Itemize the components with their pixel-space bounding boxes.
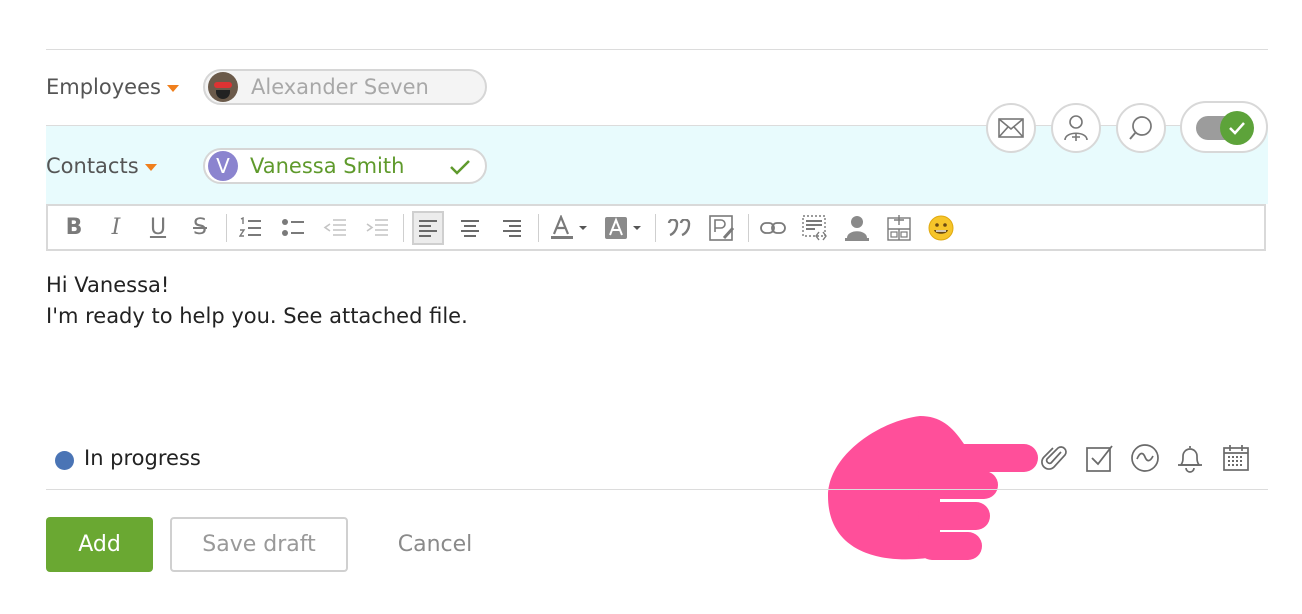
check-icon	[1229, 122, 1245, 135]
toggle-knob	[1220, 111, 1254, 145]
task-button[interactable]	[1084, 441, 1116, 475]
emoji-button[interactable]	[925, 211, 957, 245]
italic-button[interactable]: I	[100, 211, 132, 245]
background-color-button[interactable]	[601, 211, 645, 245]
mention-user-button[interactable]	[841, 211, 873, 245]
embed-icon	[802, 214, 827, 240]
bell-icon	[1178, 446, 1202, 473]
add-user-icon	[1064, 115, 1088, 141]
toolbar-separator	[226, 213, 227, 242]
search-icon	[1129, 116, 1152, 140]
check-icon	[450, 160, 470, 175]
quote-button[interactable]	[664, 211, 696, 245]
chevron-down-icon	[166, 84, 179, 92]
smiley-icon	[928, 215, 954, 240]
save-draft-button[interactable]: Save draft	[170, 517, 348, 572]
toolbar-separator	[748, 213, 749, 242]
contact-chip[interactable]: V Vanessa Smith	[203, 148, 487, 184]
message-line: Hi Vanessa!	[46, 273, 170, 297]
add-button[interactable]: Add	[46, 517, 153, 572]
user-icon	[845, 215, 869, 241]
bulleted-list-button[interactable]	[277, 211, 309, 245]
footer-divider	[46, 489, 1268, 490]
italic-glyph: I	[111, 215, 121, 240]
toolbar-separator	[655, 213, 656, 242]
toolbar-separator	[403, 213, 404, 242]
align-left-icon	[419, 219, 437, 237]
avatar: V	[208, 151, 238, 181]
top-divider	[46, 49, 1268, 50]
strikethrough-glyph: S	[193, 215, 207, 240]
wave-circle-icon	[1131, 444, 1159, 472]
attach-button[interactable]	[1039, 441, 1071, 475]
employees-label-text: Employees	[46, 75, 161, 99]
format-painter-button[interactable]	[706, 211, 738, 245]
underline-button[interactable]: U	[142, 211, 174, 245]
outdent-icon	[323, 218, 346, 236]
align-center-icon	[461, 219, 479, 237]
cancel-button[interactable]: Cancel	[380, 517, 490, 572]
strikethrough-button[interactable]: S	[184, 211, 216, 245]
outdent-button[interactable]	[319, 211, 351, 245]
chevron-down-icon	[144, 163, 157, 171]
status-label[interactable]: In progress	[84, 446, 201, 470]
embed-button[interactable]	[799, 211, 831, 245]
search-button[interactable]	[1116, 103, 1166, 153]
avatar	[208, 72, 238, 102]
message-line: I'm ready to help you. See attached file…	[46, 304, 468, 328]
paperclip-icon	[1041, 446, 1067, 470]
reminder-button[interactable]	[1174, 441, 1206, 475]
text-color-icon	[551, 214, 587, 239]
align-right-icon	[503, 219, 521, 237]
message-body[interactable]: Hi Vanessa! I'm ready to help you. See a…	[46, 270, 468, 332]
format-painter-icon	[709, 214, 735, 241]
calendar-button[interactable]	[1220, 441, 1252, 475]
editor-toolbar: B I U S	[46, 204, 1266, 251]
toolbar-separator	[538, 213, 539, 242]
checkbox-icon	[1086, 445, 1113, 472]
ordered-list-icon	[239, 216, 261, 237]
contact-chip-name: Vanessa Smith	[250, 154, 405, 178]
indent-button[interactable]	[361, 211, 393, 245]
align-center-button[interactable]	[454, 211, 486, 245]
bold-glyph: B	[65, 215, 83, 240]
table-icon	[887, 214, 911, 241]
align-left-button[interactable]	[412, 210, 444, 245]
calendar-icon	[1223, 445, 1249, 471]
employee-chip-name: Alexander Seven	[251, 75, 429, 99]
add-contact-button[interactable]	[1051, 103, 1101, 153]
text-color-button[interactable]	[547, 211, 591, 245]
background-color-icon	[605, 216, 641, 239]
bulleted-list-icon	[282, 218, 304, 236]
contacts-label[interactable]: Contacts	[46, 154, 157, 178]
employee-chip[interactable]: Alexander Seven	[203, 69, 487, 105]
notify-toggle[interactable]	[1180, 101, 1268, 153]
link-icon	[760, 221, 786, 234]
deal-button[interactable]	[1129, 441, 1161, 475]
indent-icon	[366, 218, 388, 236]
email-button[interactable]	[986, 103, 1036, 153]
quote-icon	[667, 218, 691, 236]
link-button[interactable]	[757, 211, 789, 245]
align-right-button[interactable]	[496, 211, 528, 245]
ordered-list-button[interactable]	[235, 211, 267, 245]
envelope-icon	[998, 118, 1024, 138]
employees-label[interactable]: Employees	[46, 75, 179, 99]
underline-glyph: U	[149, 215, 167, 240]
insert-table-button[interactable]	[883, 211, 915, 245]
contacts-label-text: Contacts	[46, 154, 139, 178]
status-dot[interactable]	[55, 451, 74, 470]
bold-button[interactable]: B	[58, 211, 90, 245]
